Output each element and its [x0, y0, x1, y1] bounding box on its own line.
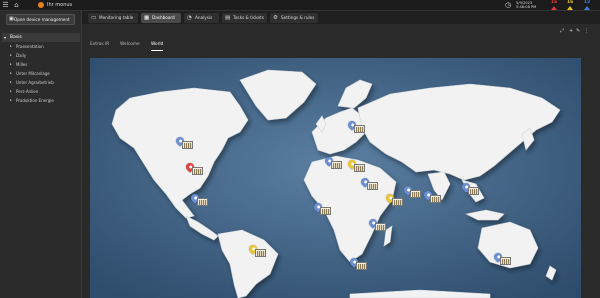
tab-label: Dashboard [152, 15, 175, 20]
clock-icon: ◷ [505, 1, 512, 9]
tree-root-label: Basis [10, 35, 22, 40]
device-thumbnail [197, 198, 208, 206]
tree-item-label: Daily [16, 53, 27, 58]
subtab-welcome[interactable]: Welcome [120, 40, 140, 50]
device-thumbnail [331, 161, 342, 169]
site-icon [38, 2, 44, 8]
tree-item[interactable]: ▸ Unter Milcanlage [10, 70, 50, 77]
sidebar: ▣ Open device management ▾ Basis ▸ Praese… [0, 11, 82, 298]
tab-analysis[interactable]: ◔ Analysis [184, 13, 219, 23]
chevron-right-icon[interactable]: ▸ [10, 97, 12, 104]
tab-tasks-tickets[interactable]: ▤ Tasks & tickets [222, 13, 267, 23]
tree-item-label: Pers-Anlien [16, 89, 39, 94]
device-icon: ▣ [9, 16, 14, 22]
device-thumbnail [375, 223, 386, 231]
table-icon: ▭ [91, 15, 97, 21]
tree-item-label: Milles [16, 62, 28, 67]
edit-icon[interactable]: ✎ [576, 28, 580, 34]
tree-item[interactable]: ▸ Unter Agrarbetrieb [10, 79, 54, 86]
tasks-icon: ▤ [225, 15, 231, 21]
tree-item[interactable]: ▸ Praesentation [10, 43, 44, 50]
tab-label: Analysis [195, 15, 213, 20]
fullscreen-icon[interactable]: ⤢ [560, 28, 564, 34]
tab-label: Tasks & tickets [233, 15, 264, 20]
device-thumbnail [320, 207, 331, 215]
device-thumbnail [354, 164, 365, 172]
device-thumbnail [192, 167, 203, 175]
chevron-right-icon[interactable]: ▸ [10, 88, 12, 95]
top-bar: ☰ ⌂ Ihr monus ◷ 5/9/2023 5:48:08 PM 16 1… [0, 0, 600, 11]
device-thumbnail [392, 198, 403, 206]
device-thumbnail [182, 141, 193, 149]
alarm-warning[interactable]: 16 [567, 0, 574, 10]
info-icon [584, 5, 591, 10]
tab-label: Settings & rules [281, 15, 315, 20]
chevron-right-icon[interactable]: ▸ [10, 43, 12, 50]
gear-icon: ⚙ [273, 15, 278, 21]
chevron-down-icon[interactable]: ▾ [4, 33, 6, 42]
tree-item[interactable]: ▸ Daily [10, 52, 26, 59]
device-thumbnail [500, 257, 511, 265]
subtab-extras[interactable]: Extras IR [90, 40, 109, 50]
tree-item-label: Praesentation [16, 44, 44, 49]
tab-settings-rules[interactable]: ⚙ Settings & rules [270, 13, 318, 23]
alarm-info[interactable]: 12 [584, 0, 591, 10]
alarm-critical[interactable]: 16 [551, 0, 558, 10]
open-device-management-label: Open device management [14, 17, 70, 22]
main-tabs: ▭ Monitoring table ▦ Dashboard ◔ Analysis ▤… [82, 11, 600, 24]
chevron-right-icon[interactable]: ▸ [10, 79, 12, 86]
chevron-right-icon[interactable]: ▸ [10, 70, 12, 77]
device-thumbnail [367, 182, 378, 190]
menu-icon[interactable]: ☰ [1, 1, 10, 10]
tree-item[interactable]: ▸ Pers-Anlien [10, 88, 38, 95]
tree-item[interactable]: ▸ Produktion Energie [10, 97, 54, 104]
time-text: 5:48:08 PM [516, 5, 537, 10]
add-icon[interactable]: + [569, 28, 573, 34]
tree-item-label: Unter Agrarbetrieb [16, 80, 54, 85]
device-thumbnail [410, 190, 421, 198]
open-device-management-button[interactable]: ▣ Open device management [6, 14, 75, 25]
device-thumbnail [255, 249, 266, 257]
site-name[interactable]: Ihr monus [47, 1, 72, 10]
world-map[interactable] [90, 58, 581, 298]
more-icon[interactable]: ⋮ [584, 28, 589, 34]
device-thumbnail [468, 187, 479, 195]
tree-root-basis[interactable]: ▾ Basis [2, 33, 80, 42]
tree-item[interactable]: ▸ Milles [10, 61, 27, 68]
device-thumbnail [356, 262, 367, 270]
warning-icon [551, 5, 558, 10]
dashboard-area: Extras IR Welcome World ⤢ + ✎ ⋮ [82, 24, 600, 298]
dashboard-icon: ▦ [144, 15, 150, 21]
tab-dashboard[interactable]: ▦ Dashboard [141, 13, 181, 23]
warning-icon [567, 5, 574, 10]
tree-item-label: Unter Milcanlage [16, 71, 50, 76]
device-thumbnail [354, 125, 365, 133]
chevron-right-icon[interactable]: ▸ [10, 52, 12, 59]
chart-icon: ◔ [187, 15, 192, 21]
subtab-world[interactable]: World [151, 40, 164, 51]
home-icon[interactable]: ⌂ [12, 1, 21, 10]
tab-monitoring-table[interactable]: ▭ Monitoring table [88, 13, 138, 23]
datetime: 5/9/2023 5:48:08 PM [516, 1, 536, 9]
device-thumbnail [430, 195, 441, 203]
tab-label: Monitoring table [99, 15, 134, 20]
chevron-right-icon[interactable]: ▸ [10, 61, 12, 68]
tree-item-label: Produktion Energie [16, 98, 54, 103]
